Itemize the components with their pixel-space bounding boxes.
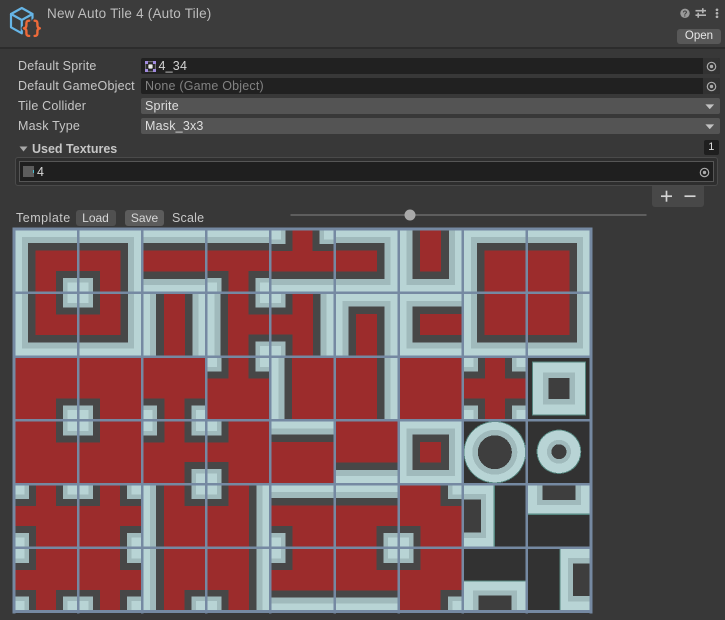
svg-text:?: ? bbox=[683, 9, 688, 18]
